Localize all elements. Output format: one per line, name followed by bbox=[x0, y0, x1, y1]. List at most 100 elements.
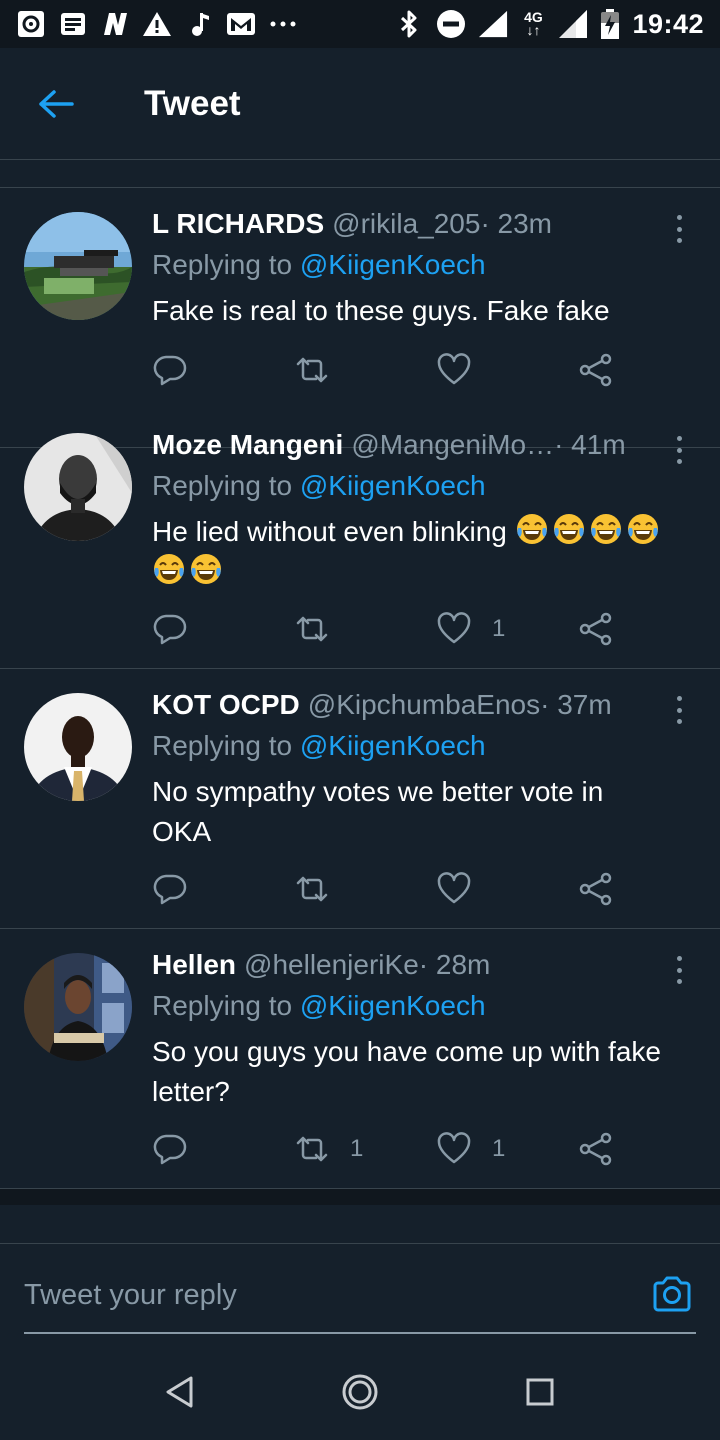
mention-link[interactable]: @KiigenKoech bbox=[300, 470, 486, 501]
tweet-time: · 41m bbox=[554, 429, 626, 460]
heart-icon bbox=[437, 1132, 471, 1164]
music-note-icon bbox=[184, 9, 214, 39]
laughing-emoji-icon bbox=[627, 514, 658, 544]
nav-recents-icon[interactable] bbox=[520, 1372, 560, 1412]
reply-icon bbox=[153, 355, 187, 386]
news-icon bbox=[58, 9, 88, 39]
replying-to: Replying to @KiigenKoech bbox=[152, 990, 486, 1021]
reply-input-underline bbox=[24, 1332, 696, 1334]
back-arrow-icon[interactable] bbox=[28, 76, 84, 132]
retweet-icon bbox=[296, 876, 328, 902]
tweet-text: He lied without even blinking bbox=[152, 512, 696, 592]
gmail-icon bbox=[226, 9, 256, 39]
laughing-emoji-icon bbox=[191, 554, 221, 584]
tweet[interactable]: Moze Mangeni @MangeniMo… · 41m Replying … bbox=[0, 409, 720, 669]
tweet-time: · 37m bbox=[540, 689, 612, 720]
avatar[interactable] bbox=[24, 212, 132, 320]
share-icon bbox=[579, 353, 612, 387]
reply-button[interactable] bbox=[152, 869, 188, 909]
retweet-icon bbox=[296, 1136, 328, 1162]
author-handle[interactable]: @rikila_205 bbox=[332, 208, 480, 240]
more-options-icon[interactable] bbox=[664, 953, 694, 987]
camera-icon[interactable] bbox=[651, 1273, 693, 1315]
retweet-count: 1 bbox=[350, 1135, 364, 1162]
retweet-button[interactable] bbox=[294, 350, 350, 390]
author-name[interactable]: L RICHARDS bbox=[152, 208, 324, 240]
tweet[interactable]: KOT OCPD @KipchumbaEnos · 37m Replying t… bbox=[0, 669, 720, 929]
author-handle[interactable]: @hellenjeriKe bbox=[244, 949, 419, 981]
share-button[interactable] bbox=[578, 350, 614, 390]
like-button[interactable] bbox=[436, 869, 492, 909]
do-not-disturb-icon bbox=[436, 9, 466, 39]
reply-icon bbox=[153, 1134, 187, 1165]
clock: 19:42 bbox=[632, 8, 704, 39]
wifi-signal-icon bbox=[478, 9, 508, 39]
tweet-actions: 1 1 bbox=[152, 1129, 632, 1169]
reply-button[interactable] bbox=[152, 1129, 188, 1169]
reply-button[interactable] bbox=[152, 609, 188, 649]
retweet-button[interactable]: 1 bbox=[294, 1129, 363, 1169]
retweet-button[interactable] bbox=[294, 869, 350, 909]
author-name[interactable]: Hellen bbox=[152, 949, 236, 981]
mention-link[interactable]: @KiigenKoech bbox=[300, 990, 486, 1021]
author-name[interactable]: Moze Mangeni bbox=[152, 429, 343, 461]
heart-icon bbox=[437, 872, 471, 904]
retweet-icon bbox=[296, 616, 328, 642]
tweet-actions bbox=[152, 869, 632, 909]
author-handle[interactable]: @MangeniMo… bbox=[351, 429, 554, 461]
reply-input[interactable] bbox=[24, 1272, 624, 1318]
nav-home-icon[interactable] bbox=[340, 1372, 380, 1412]
share-button[interactable] bbox=[578, 1129, 614, 1169]
reply-icon bbox=[153, 874, 187, 905]
status-bar: 4G ↓↑ 19:42 bbox=[0, 0, 720, 48]
like-count: 1 bbox=[492, 615, 506, 642]
nba-icon bbox=[100, 9, 130, 39]
replying-to: Replying to @KiigenKoech bbox=[152, 470, 486, 501]
like-button[interactable]: 1 bbox=[436, 609, 505, 649]
avatar[interactable] bbox=[24, 433, 132, 541]
replying-to: Replying to @KiigenKoech bbox=[152, 730, 486, 761]
previous-tweet-remnant bbox=[0, 160, 720, 188]
share-icon bbox=[579, 612, 612, 646]
nav-back-icon[interactable] bbox=[160, 1372, 200, 1412]
heart-icon bbox=[437, 353, 471, 385]
share-icon bbox=[579, 872, 612, 906]
tweet-header: KOT OCPD @KipchumbaEnos · 37m bbox=[152, 689, 664, 721]
tweet-header: Hellen @hellenjeriKe · 28m bbox=[152, 949, 664, 981]
share-button[interactable] bbox=[578, 609, 614, 649]
like-button[interactable] bbox=[436, 350, 492, 390]
retweet-icon bbox=[296, 357, 328, 383]
like-button[interactable]: 1 bbox=[436, 1129, 505, 1169]
author-handle[interactable]: @KipchumbaEnos bbox=[308, 689, 540, 721]
bluetooth-icon bbox=[394, 9, 424, 39]
tweet-text: No sympathy votes we better vote in OKA bbox=[152, 776, 604, 847]
app-header: Tweet bbox=[0, 48, 720, 160]
mention-link[interactable]: @KiigenKoech bbox=[300, 249, 486, 280]
share-button[interactable] bbox=[578, 869, 614, 909]
reply-bar-divider bbox=[0, 1243, 720, 1244]
avatar[interactable] bbox=[24, 693, 132, 801]
retweet-button[interactable] bbox=[294, 609, 350, 649]
more-options-icon[interactable] bbox=[664, 433, 694, 467]
replying-to: Replying to @KiigenKoech bbox=[152, 249, 486, 280]
data-saver-icon bbox=[16, 9, 46, 39]
section-gap bbox=[0, 1189, 720, 1205]
cell-signal-icon bbox=[558, 9, 588, 39]
tweet[interactable]: Hellen @hellenjeriKe · 28m Replying to @… bbox=[0, 929, 720, 1189]
avatar[interactable] bbox=[24, 953, 132, 1061]
tweet-header: Moze Mangeni @MangeniMo… · 41m bbox=[152, 429, 664, 461]
more-options-icon[interactable] bbox=[664, 212, 694, 246]
laughing-emoji-icon bbox=[154, 554, 184, 584]
battery-charging-icon bbox=[600, 9, 620, 39]
more-options-icon[interactable] bbox=[664, 693, 694, 727]
laughing-emoji-icon bbox=[516, 514, 547, 544]
tweet-time: · 23m bbox=[480, 208, 553, 239]
mention-link[interactable]: @KiigenKoech bbox=[300, 730, 486, 761]
tweet-actions bbox=[152, 350, 632, 390]
tweet-actions: 1 bbox=[152, 609, 632, 649]
reply-button[interactable] bbox=[152, 350, 188, 390]
laughing-emoji-icon bbox=[553, 514, 584, 544]
laughing-emoji-icon bbox=[590, 514, 621, 544]
author-name[interactable]: KOT OCPD bbox=[152, 689, 300, 721]
tweet-text: So you guys you have come up with fake l… bbox=[152, 1036, 661, 1107]
